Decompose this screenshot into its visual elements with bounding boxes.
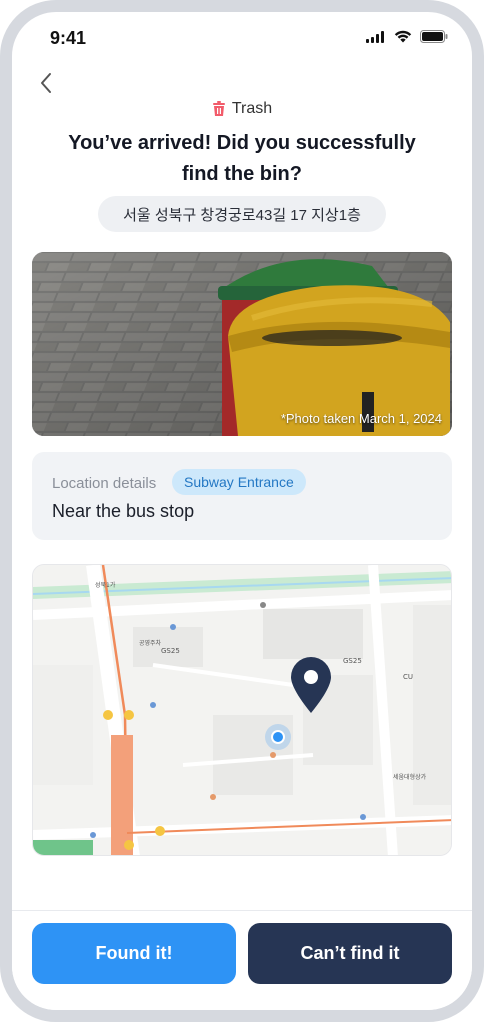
bin-photo-illustration xyxy=(32,252,452,436)
signal-icon xyxy=(366,30,384,43)
address-pill: 서울 성북구 창경궁로43길 17 지상1층 xyxy=(98,196,386,232)
map-view[interactable]: GS25 GS25 CU 성북1가 공영주차 세움대형상가 xyxy=(32,564,452,856)
category-label: Trash xyxy=(231,100,273,117)
current-location-dot-icon xyxy=(265,724,291,750)
location-type-badge: Subway Entrance xyxy=(172,469,306,495)
svg-text:공영주차: 공영주차 xyxy=(139,639,162,647)
back-button[interactable] xyxy=(34,70,60,96)
found-it-button[interactable]: Found it! xyxy=(32,923,236,984)
bin-photo: *Photo taken March 1, 2024 xyxy=(32,252,452,436)
svg-text:성북1가: 성북1가 xyxy=(95,581,116,589)
phone-frame: 9:41 Trash You’ve arrived! Did you succe… xyxy=(0,0,484,1022)
status-time: 9:41 xyxy=(50,28,87,48)
svg-text:세움대형상가: 세움대형상가 xyxy=(393,773,427,781)
photo-caption: *Photo taken March 1, 2024 xyxy=(280,411,442,426)
svg-text:GS25: GS25 xyxy=(343,657,362,665)
map-label-gs25: GS25 xyxy=(161,647,180,655)
location-details-value: Near the bus stop xyxy=(52,501,195,521)
svg-text:CU: CU xyxy=(403,673,413,681)
page-title: You’ve arrived! Did you successfully fin… xyxy=(68,132,416,185)
category-row: Trash xyxy=(12,100,472,118)
location-details-card: Location details Subway Entrance Near th… xyxy=(32,452,452,540)
status-icons xyxy=(366,30,448,43)
status-bar: 9:41 xyxy=(12,12,472,66)
trash-icon xyxy=(212,101,225,116)
wifi-icon xyxy=(394,30,412,43)
location-details-label: Location details xyxy=(52,475,157,492)
action-bar: Found it! Can’t find it xyxy=(12,910,472,1010)
battery-icon xyxy=(420,30,448,43)
cant-find-it-button[interactable]: Can’t find it xyxy=(248,923,452,984)
map-illustration: GS25 GS25 CU 성북1가 공영주차 세움대형상가 xyxy=(33,565,451,855)
chevron-left-icon xyxy=(41,73,51,93)
